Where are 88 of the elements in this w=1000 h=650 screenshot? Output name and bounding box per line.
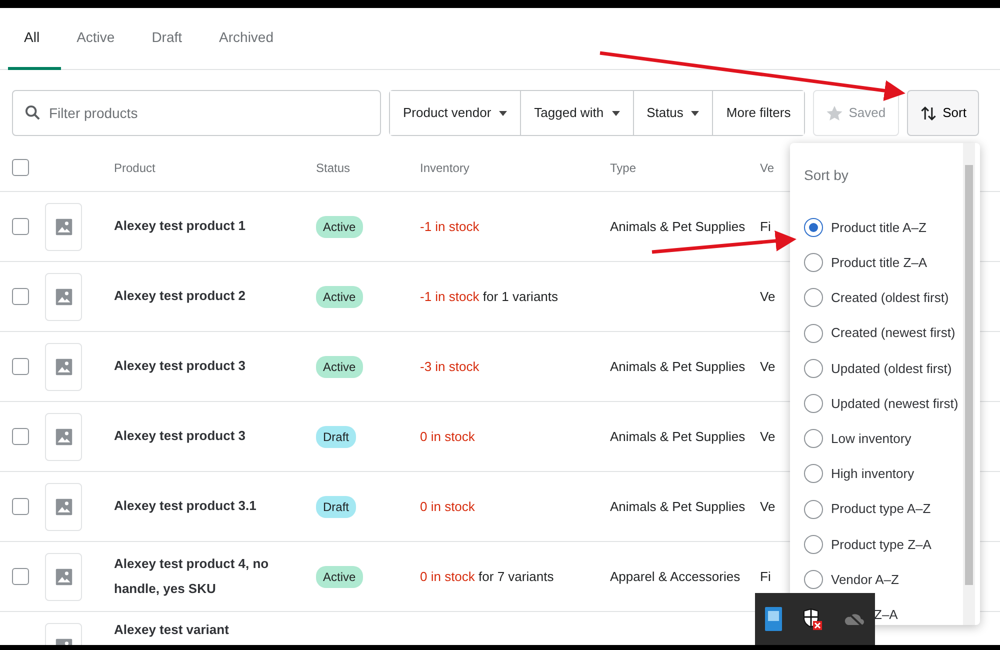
filter-button[interactable]: More filters — [712, 91, 804, 135]
checkbox[interactable] — [12, 568, 29, 585]
checkbox[interactable] — [12, 358, 29, 375]
status-badge: Active — [316, 216, 363, 238]
status-badge: Draft — [316, 426, 356, 448]
sort-option[interactable]: Created (newest first) — [804, 316, 956, 351]
column-header: Inventory — [420, 160, 470, 176]
sort-option[interactable]: Product title Z–A — [804, 245, 928, 280]
image-icon — [54, 288, 72, 306]
radio-button[interactable] — [804, 570, 823, 589]
variant-count: for 1 variants — [482, 288, 558, 304]
sort-option[interactable]: Created (oldest first) — [804, 280, 949, 316]
product-type: Animals & Pet Supplies — [610, 498, 746, 516]
status-badge: Active — [316, 356, 363, 378]
sort-option[interactable]: Product type A–Z — [804, 492, 931, 527]
product-vendor: Ve — [760, 358, 776, 376]
product-vendor: Fi — [760, 568, 771, 586]
product-type: Apparel & Accessories — [610, 568, 740, 586]
radio-button[interactable] — [804, 534, 823, 554]
image-icon — [54, 358, 72, 376]
scrollbar-thumb[interactable] — [965, 165, 973, 585]
tab[interactable]: All — [8, 8, 61, 70]
product-title[interactable]: Alexey test product 3 — [114, 424, 246, 449]
sort-arrows-icon — [920, 104, 937, 122]
product-type: Animals & Pet Supplies — [610, 358, 746, 376]
scrollbar[interactable] — [963, 143, 975, 625]
product-vendor: Ve — [760, 498, 776, 516]
column-header: Ve — [760, 160, 774, 176]
column-header: Type — [610, 160, 636, 176]
radio-button[interactable] — [804, 253, 823, 272]
checkbox[interactable] — [12, 159, 29, 176]
radio-button[interactable] — [804, 464, 823, 484]
radio-button[interactable] — [804, 288, 823, 308]
product-title[interactable]: Alexey test product 3 — [114, 354, 246, 379]
sort-option[interactable]: High inventory — [804, 456, 914, 492]
app-icon[interactable] — [765, 607, 782, 631]
image-icon — [54, 568, 72, 586]
checkbox[interactable] — [12, 428, 29, 445]
tab[interactable]: Active — [60, 8, 136, 70]
sort-option[interactable]: Product type Z–A — [804, 526, 932, 562]
caret-icon — [499, 110, 508, 116]
sort-option[interactable]: Low inventory — [804, 421, 912, 456]
image-icon — [54, 498, 72, 516]
status-badge: Active — [316, 286, 363, 308]
caret-icon — [691, 110, 700, 116]
stock-count: -1 in stock — [420, 218, 480, 234]
stock-count: 0 in stock — [420, 428, 475, 444]
stock-count: -3 in stock — [420, 358, 480, 374]
caret-icon — [612, 110, 620, 116]
product-type: Animals & Pet Supplies — [610, 218, 746, 236]
image-icon — [54, 218, 72, 236]
product-vendor: Ve — [760, 428, 776, 446]
shield-icon[interactable] — [802, 608, 822, 630]
status-badge: Active — [316, 566, 363, 588]
radio-button[interactable] — [804, 394, 823, 414]
tab[interactable]: Archived — [203, 8, 294, 70]
sort-button[interactable]: Sort — [906, 90, 980, 136]
image-icon — [54, 428, 72, 446]
product-vendor: Ve — [760, 288, 776, 306]
stock-count: 0 in stock — [420, 568, 475, 584]
sort-option[interactable]: Product title A–Z — [804, 210, 926, 246]
search-field[interactable]: Filter products — [12, 90, 381, 136]
tab[interactable]: Draft — [136, 8, 204, 70]
column-header: Product — [114, 160, 156, 176]
product-title[interactable]: Alexey test variant — [114, 618, 229, 642]
checkbox[interactable] — [12, 498, 29, 515]
variant-count: for 7 variants — [478, 568, 554, 584]
sort-option[interactable]: Updated (oldest first) — [804, 350, 952, 386]
product-title[interactable]: Alexey test product 1 — [114, 214, 246, 239]
status-badge: Draft — [316, 496, 356, 518]
radio-button[interactable] — [804, 324, 823, 343]
star-icon — [826, 104, 843, 122]
checkbox[interactable] — [12, 218, 29, 235]
product-type: Animals & Pet Supplies — [610, 428, 746, 446]
stock-count: 0 in stock — [420, 498, 475, 514]
product-title[interactable]: Alexey test product 4, no handle, yes SKU — [114, 552, 316, 601]
radio-button[interactable] — [804, 218, 823, 238]
radio-button[interactable] — [804, 500, 823, 519]
column-header: Status — [316, 160, 350, 176]
checkbox[interactable] — [12, 288, 29, 305]
sort-option[interactable]: Updated (newest first) — [804, 386, 958, 422]
product-title[interactable]: Alexey test product 2 — [114, 284, 246, 309]
product-vendor: Fi — [760, 218, 771, 236]
product-title[interactable]: Alexey test product 3.1 — [114, 494, 256, 519]
stock-count: -1 in stock — [420, 288, 480, 304]
radio-button[interactable] — [804, 429, 823, 448]
menu-heading: Sort by — [804, 166, 848, 185]
radio-button[interactable] — [804, 358, 823, 378]
